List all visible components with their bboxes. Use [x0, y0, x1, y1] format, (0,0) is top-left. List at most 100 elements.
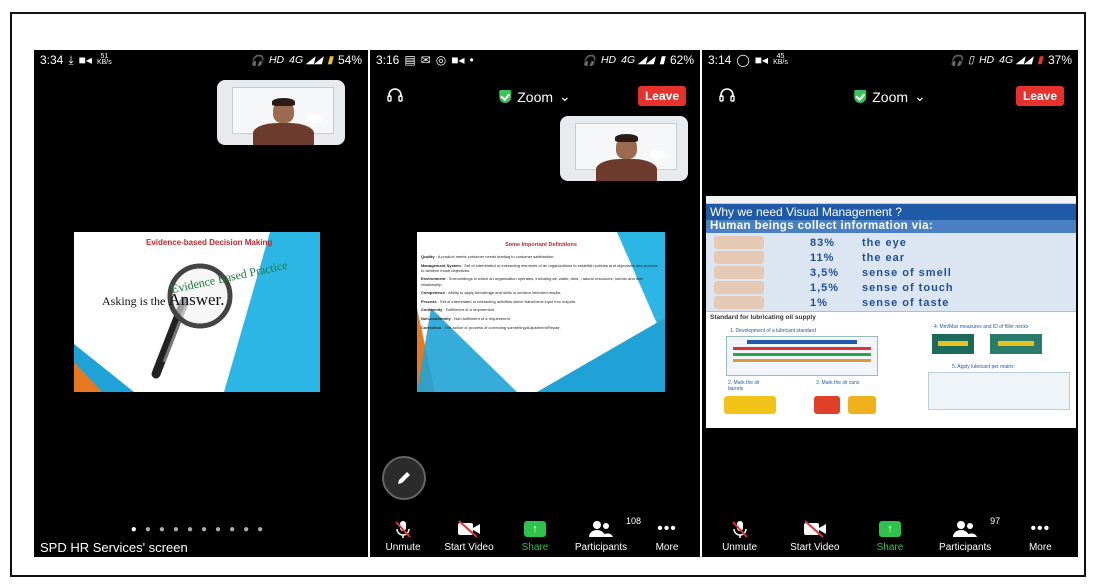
dot-icon: •: [469, 53, 474, 67]
shared-screen-label: SPD HR Services' screen: [40, 540, 188, 555]
stat-row: 1% sense of taste: [714, 295, 1076, 310]
status-bar: 3:16 ▤ ✉ ◎ ■◂ • 🎧 HD 4G ◢◢ ▮ 62%: [370, 50, 700, 70]
more-label: More: [655, 542, 679, 553]
net-speed: 51 KB/s: [96, 53, 112, 66]
start-video-label: Start Video: [444, 542, 494, 553]
network-type: HD: [978, 54, 995, 66]
step-5: 5. Apply lubricant per matrix: [952, 364, 1014, 370]
definition-term: Conformity: [421, 307, 443, 313]
unmute-label: Unmute: [722, 542, 758, 553]
audio-headset-icon[interactable]: [386, 86, 404, 104]
step-4: 4. Min/Max measures and ID of filler nec…: [934, 324, 1029, 330]
stat-label: sense of taste: [862, 296, 950, 309]
definition-item: Management System : Set of interrelated …: [421, 263, 659, 273]
chevron-down-icon: ⌄: [914, 88, 926, 104]
unmute-button[interactable]: Unmute: [708, 519, 772, 553]
stat-percent: 1,5%: [810, 281, 840, 294]
video-camera-off-icon: [458, 520, 480, 538]
more-button[interactable]: ••• More: [635, 519, 699, 554]
app-title: Zoom: [517, 88, 554, 105]
stat-percent: 3,5%: [810, 266, 840, 279]
headphones-icon: 🎧: [582, 54, 596, 67]
battery-icon: ▮: [327, 54, 333, 66]
oil-cans-image: [814, 394, 880, 416]
participants-button[interactable]: 108 Participants: [569, 516, 641, 553]
stat-row: 11% the ear: [714, 250, 1076, 265]
page-indicator-dots: ●●●●●●●●●●: [130, 524, 272, 535]
meeting-title-dropdown[interactable]: Zoom ⌄: [854, 88, 926, 105]
microphone-muted-icon: [731, 521, 748, 538]
participants-button[interactable]: 97 Participants: [933, 516, 1000, 553]
start-video-button[interactable]: Start Video: [783, 519, 847, 553]
definition-term: Quality: [421, 254, 435, 259]
step-1: 1. Development of a lubricant standard: [730, 328, 816, 334]
more-label: More: [1028, 542, 1052, 553]
share-label: Share: [521, 542, 549, 553]
app-title: Zoom: [872, 88, 909, 105]
definition-term: Correction: [421, 324, 442, 330]
annotate-pen-button[interactable]: [382, 456, 426, 500]
more-button[interactable]: ••• More: [1008, 519, 1072, 554]
stats-list: 83% the eye 11% the ear 3,5% sense of smell 1,…: [706, 233, 1076, 311]
slide-background-art: [74, 232, 320, 392]
sense-image: [714, 236, 764, 249]
sense-image: [714, 281, 764, 294]
signal-icon: 4G ◢◢: [289, 54, 323, 66]
stat-percent: 11%: [810, 251, 835, 264]
start-video-label: Start Video: [790, 542, 840, 553]
video-camera-off-icon: [803, 520, 826, 538]
definition-item: Process : Set of interrelated or interac…: [421, 299, 659, 304]
definition-term: Process: [421, 298, 437, 304]
lubricant-matrix: [726, 336, 878, 376]
stat-row: 3,5% sense of smell: [714, 265, 1076, 280]
instagram-icon: ◎: [435, 53, 447, 67]
phone-screen-2: 3:16 ▤ ✉ ◎ ■◂ • 🎧 HD 4G ◢◢ ▮ 62% Zoom ⌄ …: [370, 50, 700, 557]
lower-title: Standard for lubricating oil supply: [710, 314, 816, 321]
slide-heading: Why we need Visual Management ?: [706, 204, 1076, 220]
notification-icon: ▤: [404, 53, 416, 67]
battery-icon: ▮: [1037, 54, 1043, 66]
participant-video-thumbnail[interactable]: [560, 116, 688, 181]
battery-percent: 37%: [1047, 53, 1072, 67]
more-dots-icon: •••: [1030, 520, 1051, 537]
battery-percent: 62%: [669, 53, 694, 67]
headphones-icon: 🎧: [950, 54, 964, 67]
oil-barrels-image: [724, 396, 776, 414]
participant-video-thumbnail[interactable]: [217, 80, 345, 145]
chevron-down-icon: ⌄: [559, 88, 571, 104]
sense-image: [714, 296, 764, 309]
definition-item: Non-conformity : Non-fulfillment of a re…: [421, 316, 659, 321]
download-icon: ⤓: [68, 52, 74, 67]
slide-subheading: Human beings collect information via:: [706, 220, 1076, 233]
filler-neck-images: [932, 334, 1062, 356]
leave-button[interactable]: Leave: [637, 86, 686, 106]
shield-check-icon: [499, 90, 512, 103]
unmute-button[interactable]: Unmute: [371, 519, 435, 553]
stat-label: the eye: [862, 236, 907, 249]
participants-label: Participants: [939, 542, 992, 553]
stat-row: 1,5% sense of touch: [714, 280, 1076, 295]
network-type: HD: [268, 54, 285, 66]
definition-term: Competence: [421, 290, 446, 296]
sense-image: [714, 266, 764, 279]
definition-item: Correction : The action or process of co…: [421, 325, 659, 330]
slide-phrase: Asking is the Answer.: [102, 290, 225, 309]
slide-emphasis: Answer.: [168, 290, 225, 309]
share-button[interactable]: ↑ Share: [858, 519, 922, 553]
definition-item: Quality : A product meets customer needs…: [421, 254, 659, 259]
sense-image: [714, 251, 764, 264]
definition-text: : A product meets customer needs leading…: [435, 254, 555, 259]
stat-label: sense of touch: [862, 281, 954, 294]
start-video-button[interactable]: Start Video: [437, 519, 501, 553]
video-call-icon: ■◂: [451, 53, 465, 67]
leave-button[interactable]: Leave: [1015, 86, 1064, 106]
audio-headset-icon[interactable]: [718, 86, 736, 104]
share-button[interactable]: ↑ Share: [503, 519, 567, 553]
headphones-icon: 🎧: [250, 54, 264, 67]
definitions-list: Quality : A product meets customer needs…: [421, 254, 659, 333]
meeting-title-dropdown[interactable]: Zoom ⌄: [499, 88, 571, 105]
battery-percent: 54%: [337, 53, 362, 67]
share-label: Share: [876, 542, 904, 553]
shared-slide: Why we need Visual Management ? Human be…: [706, 196, 1076, 428]
network-type: HD: [600, 54, 617, 66]
